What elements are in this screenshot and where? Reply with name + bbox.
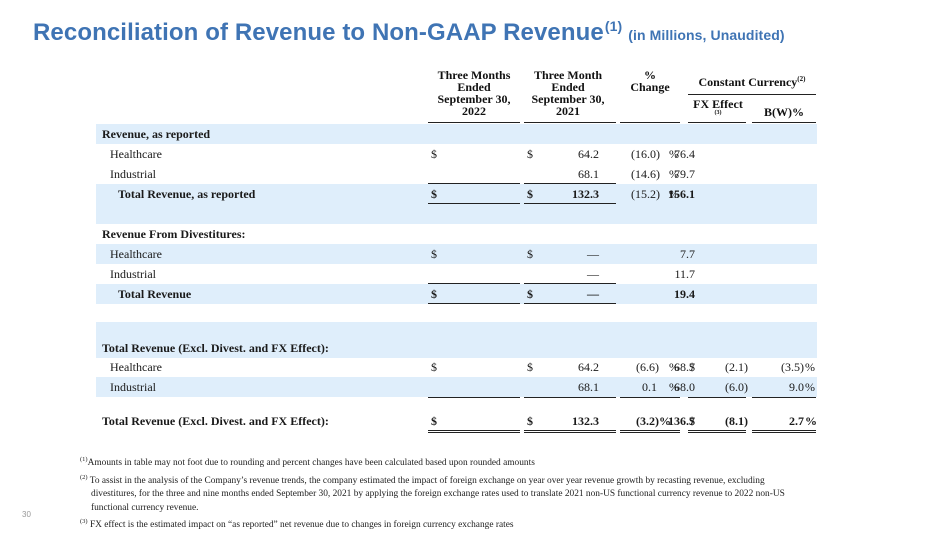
footnote-2-cont: divestitures, for the three and nine mon…: [91, 489, 785, 500]
table-row: Revenue From Divestitures:: [102, 227, 246, 241]
table-row: Healthcare $ — $ 7.7: [110, 247, 695, 261]
header-rule-fx: [688, 122, 746, 123]
double-rule: [620, 432, 680, 433]
page-title: Reconciliation of Revenue to Non-GAAP Re…: [33, 18, 785, 46]
table-row: Total Revenue, as reported $ 132.3 $ 156…: [118, 187, 695, 201]
table-row: Industrial — 11.7: [110, 267, 695, 281]
header-rule-cc: [688, 94, 816, 95]
band-spacer-1: [96, 204, 817, 224]
subtotal-rule: [752, 397, 816, 398]
double-rule: [620, 430, 680, 431]
page-number: 30: [22, 510, 31, 519]
footnotes: (1)Amounts in table may not foot due to …: [80, 453, 895, 533]
table-row: Total Revenue (Excl. Divest. and FX Effe…: [102, 341, 329, 355]
footnote-2-cont2: functional currency revenue.: [91, 502, 199, 513]
double-rule: [688, 432, 746, 433]
header-rule-change: [620, 122, 680, 123]
footnote-1: (1)Amounts in table may not foot due to …: [80, 456, 535, 468]
header-rule-2021: [524, 122, 616, 123]
table-row: Healthcare $ 64.2 $ 76.4 (16.0) %: [110, 147, 695, 161]
double-rule: [428, 432, 520, 433]
double-rule: [752, 432, 816, 433]
table-row: Total Revenue $ — $ 19.4: [118, 287, 695, 301]
double-rule: [752, 430, 816, 431]
total-rule: [524, 203, 616, 204]
header-constant-currency: Constant Currency(2): [698, 75, 806, 89]
subtotal-rule: [428, 397, 520, 398]
header-col-2021: Three Month Ended September 30, 2021: [531, 68, 605, 118]
total-rule: [428, 203, 520, 204]
table-row: Revenue, as reported: [102, 127, 211, 141]
subtotal-rule: [524, 397, 616, 398]
table-row: Total Revenue (Excl. Divest. and FX Effe…: [102, 414, 817, 428]
footnote-3: (3) FX effect is the estimated impact on…: [80, 518, 514, 531]
double-rule: [524, 432, 616, 433]
table-row: Healthcare $ 64.2 $ 68.7 (6.6) % $ (2.1)…: [110, 360, 815, 374]
subtotal-rule: [688, 397, 746, 398]
double-rule: [428, 430, 520, 431]
double-rule: [524, 430, 616, 431]
header-fx-effect: FX Effect (3): [693, 97, 743, 116]
header-rule-2022: [428, 122, 520, 123]
total-rule: [428, 303, 520, 304]
total-rule: [524, 303, 616, 304]
header-rule-bw: [752, 122, 816, 123]
double-rule: [688, 430, 746, 431]
footnote-2: (2) To assist in the analysis of the Com…: [80, 473, 765, 486]
subtotal-rule: [620, 397, 680, 398]
table-row: Industrial 68.1 79.7 (14.6) %: [110, 167, 695, 181]
header-bw-pct: B(W)%: [764, 105, 804, 119]
table-row: Industrial 68.1 68.0 0.1 % (6.0) 9.0 %: [110, 380, 815, 394]
header-col-2022: Three Months Ended September 30, 2022: [437, 68, 511, 118]
header-col-change: % Change: [630, 68, 670, 94]
